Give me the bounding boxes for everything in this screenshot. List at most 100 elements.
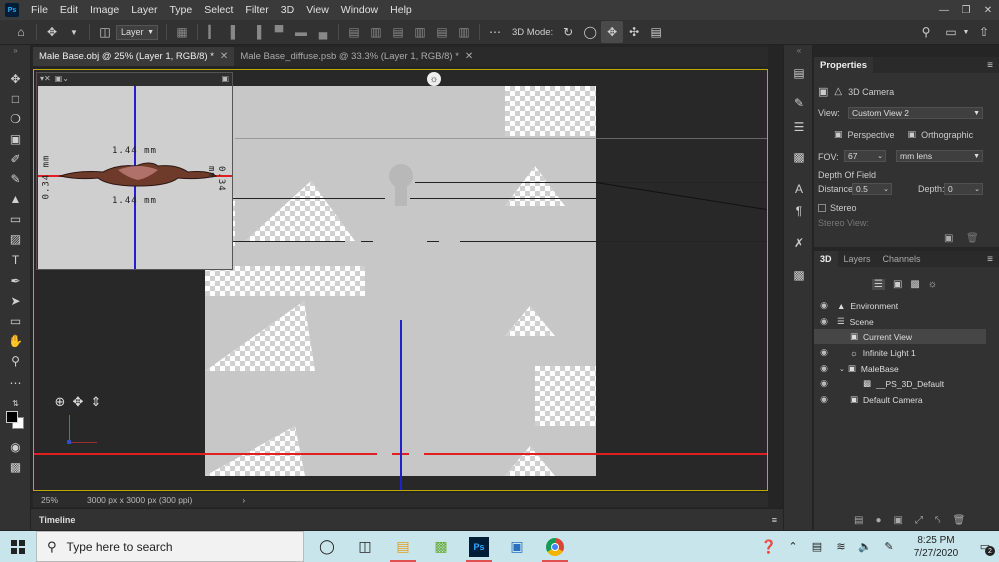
delete-icon[interactable]: 🗑 [966,233,979,244]
home-icon[interactable]: ⌂ [10,21,32,43]
eye-icon[interactable]: ◉ [819,378,829,389]
rectangle-tool-icon[interactable]: ▭ [7,313,24,329]
distribute-3-icon[interactable]: ▤ [387,21,409,43]
orthographic-label[interactable]: Orthographic [921,130,973,140]
network-icon[interactable]: ▤ [805,531,829,562]
distribute-1-icon[interactable]: ▤ [343,21,365,43]
stamp-tool-icon[interactable]: ▲ [7,191,24,207]
align-middle-icon[interactable]: ▬ [290,21,312,43]
pan-widget-icon[interactable]: ✥ [71,394,85,409]
tree-item-malebase[interactable]: ◉ ⌄ ▣ MaleBase [814,361,986,376]
timeline-tab[interactable]: Timeline [39,515,75,525]
view-select-icon[interactable]: ▣⌄ [55,74,69,83]
microsoft-store-icon[interactable]: ▩ [422,531,460,562]
taskbar-search-box[interactable]: ⚲ Type here to search [36,531,304,562]
zoom-tool-icon[interactable]: ⚲ [7,353,24,369]
transform-controls-icon[interactable]: ▦ [171,21,193,43]
secondary-view-viewport[interactable]: 1.44 mm 1.44 mm 0.34 mm 0.34 mm [38,86,232,269]
history-panel-icon[interactable]: ▤ [791,65,807,81]
distribute-5-icon[interactable]: ▤ [431,21,453,43]
close-icon[interactable]: ✕ [977,0,999,20]
distribute-4-icon[interactable]: ▥ [409,21,431,43]
file-explorer-icon[interactable]: ▤ [384,531,422,562]
fov-unit-select[interactable]: mm lens ▼ [896,150,983,162]
auto-select-icon[interactable]: ◫ [94,21,116,43]
screen-mode-icon[interactable]: ▩ [7,459,24,475]
clock[interactable]: 8:25 PM 7/27/2020 [901,534,971,560]
orbit-3d-icon[interactable]: ↻ [557,21,579,43]
panel-menu-icon[interactable]: ≡ [987,60,993,71]
eye-icon[interactable]: ◉ [819,300,829,311]
paint-bucket-tool-icon[interactable]: ▨ [7,231,24,247]
align-bottom-icon[interactable]: ▄ [312,21,334,43]
search-icon[interactable]: ⚲ [915,21,937,43]
auto-select-target-select[interactable]: Layer ▼ [116,24,158,40]
materials-icon[interactable]: ▩ [910,279,919,290]
move-up-icon[interactable]: ⤣ [935,515,941,526]
tree-item-infinite-light[interactable]: ◉ ☼ Infinite Light 1 [814,345,986,360]
swap-colors-icon[interactable]: ⇅ [7,395,24,411]
start-button[interactable] [0,531,36,562]
adjustments-icon[interactable]: ☰ [791,119,807,135]
dolly-widget-icon[interactable]: ⇕ [89,394,103,409]
distance-input[interactable]: 0.5 ⌄ [852,183,892,195]
pen-tool-icon[interactable]: ✒ [7,273,24,289]
align-right-icon[interactable]: ▐ [246,21,268,43]
object-selection-tool-icon[interactable]: ▣ [7,131,24,147]
tools-preset-icon[interactable]: ✗ [791,235,807,251]
zoom-level[interactable]: 25% [41,495,81,505]
eraser-tool-icon[interactable]: ▭ [7,211,24,227]
help-icon[interactable]: ❓ [757,531,781,562]
panel-menu-icon[interactable]: ≡ [987,254,993,265]
render-icon[interactable]: ▤ [854,515,863,526]
add-light-icon[interactable]: ● [875,515,881,526]
paragraph-panel-icon[interactable]: ¶ [791,203,807,219]
menu-view[interactable]: View [300,0,335,20]
reset-view-icon[interactable]: ▣ [944,233,953,244]
foreground-color-swatch[interactable] [6,411,18,423]
scale-3d-icon[interactable]: ▤ [645,21,667,43]
cortana-icon[interactable]: ◯ [308,531,346,562]
tab-layers[interactable]: Layers [838,251,877,267]
character-panel-icon[interactable]: A [791,181,807,197]
camera-view-menu-icon[interactable]: ▾✕ [40,74,51,83]
perspective-label[interactable]: Perspective [848,130,895,140]
close-icon[interactable]: ✕ [465,51,473,62]
swap-view-icon[interactable]: ▣ [221,74,229,83]
eye-icon[interactable] [819,332,829,342]
tab-properties[interactable]: Properties [814,57,873,73]
depth-input[interactable]: 0 ⌄ [944,183,983,195]
photoshop-taskbar-icon[interactable]: Ps [460,531,498,562]
menu-type[interactable]: Type [163,0,198,20]
roll-3d-icon[interactable]: ◯ [579,21,601,43]
new-mesh-icon[interactable]: ▣ [894,515,903,526]
move-tool-icon[interactable]: ✥ [41,21,63,43]
notification-icon[interactable]: ▭ 2 [971,531,999,562]
dropdown-arrow-icon[interactable]: ▼ [63,21,85,43]
status-menu-icon[interactable]: › [242,495,245,505]
fov-input[interactable]: 67 ⌄ [844,150,886,162]
clone-source-icon[interactable]: ▩ [791,149,807,165]
volume-icon[interactable]: 🔈 [853,531,877,562]
chevron-down-icon[interactable]: ⌄ [839,365,845,373]
libraries-icon[interactable]: ▩ [791,267,807,283]
restore-icon[interactable]: ❐ [955,0,977,20]
quick-mask-icon[interactable]: ◉ [7,439,24,455]
tree-item-scene[interactable]: ◉ ☰ Scene [814,314,986,329]
menu-filter[interactable]: Filter [239,0,274,20]
type-tool-icon[interactable]: T [7,252,24,268]
photos-icon[interactable]: ▣ [498,531,536,562]
tab-channels[interactable]: Channels [877,251,927,267]
whole-scene-icon[interactable]: ☰ [872,279,885,290]
minimize-icon[interactable]: — [933,0,955,20]
tree-item-environment[interactable]: ◉ ▲ Environment [814,298,986,313]
marquee-tool-icon[interactable]: □ [7,91,24,107]
tab-male-base-diffuse[interactable]: Male Base_diffuse.psb @ 33.3% (Layer 1, … [234,47,479,66]
menu-3d[interactable]: 3D [275,0,300,20]
eyedropper-tool-icon[interactable]: ✐ [7,151,24,167]
slide-3d-icon[interactable]: ✣ [623,21,645,43]
menu-help[interactable]: Help [384,0,418,20]
tree-item-current-view[interactable]: ▣ Current View [814,329,986,344]
chrome-icon[interactable] [536,531,574,562]
eye-icon[interactable]: ◉ [819,394,829,405]
